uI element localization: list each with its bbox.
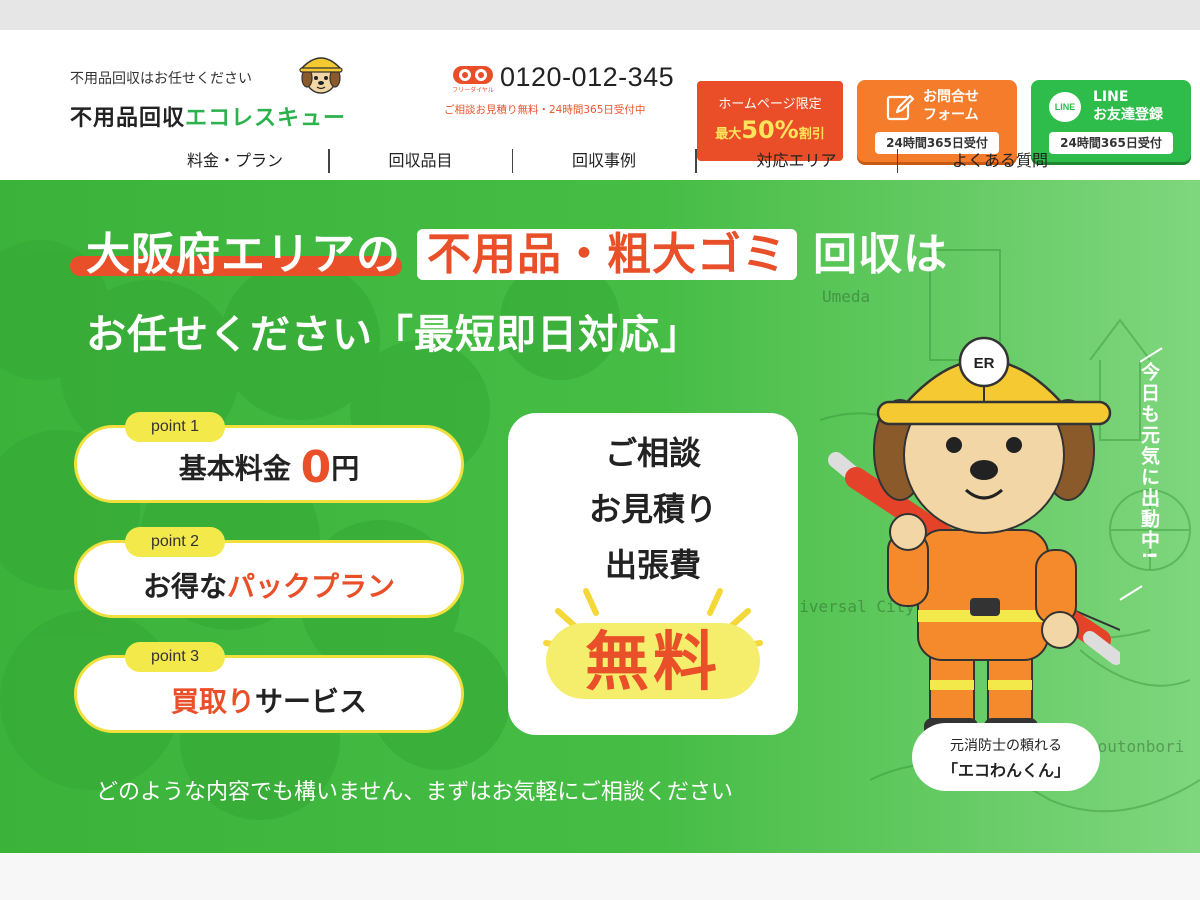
nav-item-service-area[interactable]: 対応エリア [697, 146, 897, 176]
free-consultation-card: ご相談 お見積り 出張費 無料 [508, 413, 798, 735]
line-friend-title: LINE お友達登録 [1093, 88, 1163, 124]
firefighter-dog-mascot: ER [828, 336, 1120, 744]
point-card-1: point 1 基本料金 0円 [74, 412, 464, 503]
map-label-umeda: Umeda [822, 287, 870, 306]
main-nav: 料金・プラン 回収品目 回収事例 対応エリア よくある質問 [142, 146, 1102, 176]
promo-percent: 50% [741, 116, 799, 144]
point3-highlight: 買取り [170, 685, 255, 718]
point-text: お得なパックプラン [77, 565, 461, 605]
page-below-hero [0, 853, 1200, 900]
point2-highlight: パックプラン [227, 570, 396, 603]
mascot-caption-bubble: 元消防士の頼れる 「エコわんくん」 [912, 723, 1100, 791]
nav-item-collection-items[interactable]: 回収品目 [330, 146, 512, 176]
nav-item-pricing[interactable]: 料金・プラン [142, 146, 328, 176]
hero-section: Umeda Universal City Doutonbori 大阪府エリアの不… [0, 180, 1200, 853]
line-friend-title2: お友達登録 [1093, 107, 1163, 123]
point3-label: サービス [255, 685, 368, 718]
mascot-caption-line1: 元消防士の頼れる [950, 738, 1062, 754]
edit-pencil-icon [886, 94, 915, 121]
free-label: 無料 [585, 626, 721, 700]
headline-area: 大阪府エリアの [86, 229, 401, 280]
point-tag: point 2 [125, 527, 225, 557]
point1-value: 0 [300, 442, 332, 493]
point-card-2: point 2 お得なパックプラン [74, 527, 464, 618]
point1-label: 基本料金 [178, 452, 291, 485]
line-friend-title1: LINE [1093, 89, 1129, 105]
headline-suffix: 回収は [813, 229, 948, 280]
browser-top-strip [0, 0, 1200, 30]
phone-note: ご相談お見積り無料・24時間365日受付中 [444, 104, 646, 116]
free-item: お見積り [588, 490, 717, 528]
point-tag: point 3 [125, 642, 225, 672]
helmet-badge-text: ER [974, 355, 995, 372]
free-items-list: ご相談 お見積り 出張費 [508, 425, 798, 593]
vertical-slogan: 今日も元気に出動中! [1138, 362, 1160, 562]
headline-highlight: 不用品・粗大ゴミ [417, 229, 797, 280]
point-tag: point 1 [125, 412, 225, 442]
logo-wordmark: 不用品回収エコレスキュー [70, 100, 346, 132]
promo-suffix: 割引 [798, 127, 825, 142]
free-dial-icon: フリーダイヤル [452, 66, 494, 94]
logo-tagline: 不用品回収はお任せください [70, 71, 252, 87]
site-logo[interactable]: 不用品回収はお任せください 不用品回収エコレスキュー [70, 50, 370, 132]
nav-item-case-studies[interactable]: 回収事例 [513, 146, 695, 176]
hero-headline-line1: 大阪府エリアの 不用品・粗大ゴミ 回収は [86, 218, 948, 282]
contact-form-title2: フォーム [923, 107, 979, 123]
point-text: 基本料金 0円 [77, 442, 461, 493]
point-card-3: point 3 買取りサービス [74, 642, 464, 733]
phone-contact[interactable]: フリーダイヤル 0120-012-345 ご相談お見積り無料・24時間365日受… [444, 60, 694, 124]
free-item: ご相談 [604, 434, 701, 472]
logo-main-text: 不用品回収 [70, 106, 186, 131]
contact-form-title1: お問合せ [923, 89, 979, 105]
contact-form-title: お問合せ フォーム [923, 88, 979, 124]
hero-headline-line2: お任せください「最短即日対応」 [86, 312, 701, 358]
promo-line1: ホームページ限定 [718, 97, 822, 112]
free-dial-label: フリーダイヤル [452, 86, 494, 94]
hero-footer-message: どのような内容でも構いません、まずはお気軽にご相談ください [96, 780, 733, 805]
point-text: 買取りサービス [77, 680, 461, 720]
line-logo-icon: LINE [1049, 92, 1081, 122]
point1-unit: 円 [331, 452, 360, 485]
logo-accent-text: エコレスキュー [185, 106, 347, 131]
mascot-caption-line2: 「エコわんくん」 [941, 761, 1070, 780]
phone-number: 0120-012-345 [500, 62, 675, 92]
promo-line2: 最大50%割引 [697, 116, 843, 144]
nav-item-faq[interactable]: よくある質問 [898, 146, 1102, 176]
point2-label: お得な [142, 570, 227, 603]
dog-mascot-logo-icon [299, 57, 343, 94]
promo-prefix: 最大 [715, 127, 742, 142]
